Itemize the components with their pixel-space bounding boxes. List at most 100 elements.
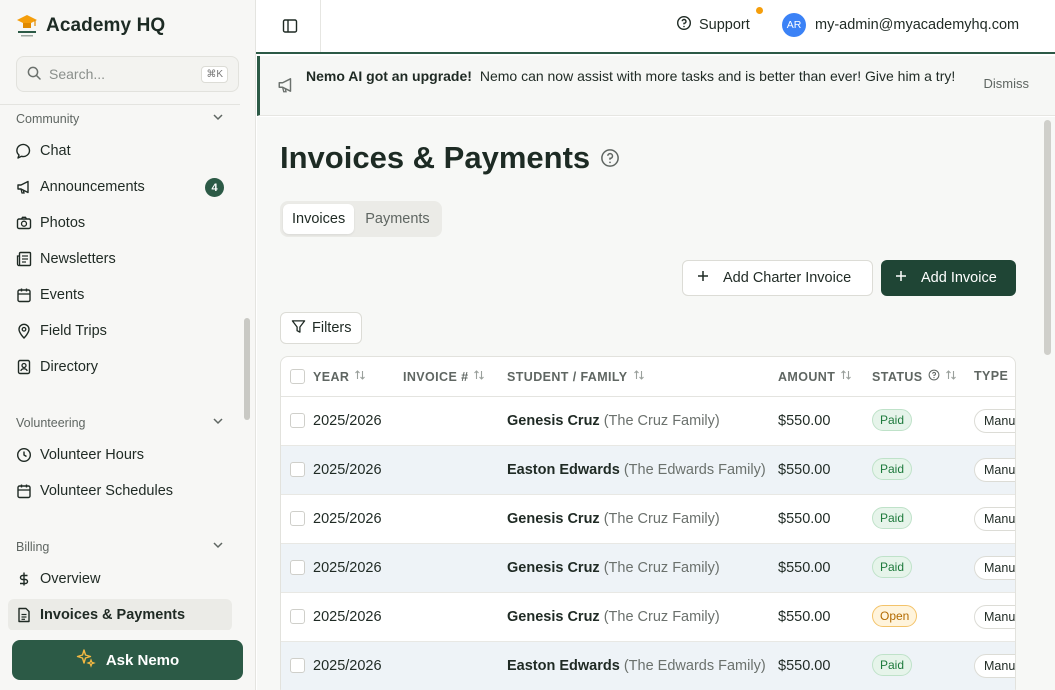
status-badge: Paid [872,556,913,578]
tab-invoices[interactable]: Invoices [283,204,355,234]
button-label: Add Invoice [921,270,997,286]
column-amount[interactable]: AMOUNT [778,369,852,384]
brand[interactable]: Academy HQ [16,12,165,40]
table-row[interactable]: 2025/2026 Genesis Cruz (The Cruz Family)… [281,544,1015,593]
column-invoice-number[interactable]: INVOICE # [403,369,485,384]
sort-icon [633,369,645,384]
add-charter-invoice-button[interactable]: Add Charter Invoice [682,260,873,296]
table-row[interactable]: 2025/2026 Easton Edwards (The Edwards Fa… [281,642,1015,690]
student-family-cell[interactable]: Genesis Cruz (The Cruz Family) [507,511,720,527]
chat-icon [16,143,32,159]
table-row[interactable]: 2025/2026 Genesis Cruz (The Cruz Family)… [281,593,1015,642]
sidebar-item-field-trips[interactable]: Field Trips [8,315,232,347]
amount-cell: $550.00 [778,609,831,625]
ask-nemo-button[interactable]: Ask Nemo [12,640,243,680]
status-badge: Paid [872,458,913,480]
amount-cell: $550.00 [778,413,831,429]
sidebar-item-directory[interactable]: Directory [8,351,232,383]
section-label: Volunteering [16,415,86,430]
notification-dot [756,7,763,14]
student-family-cell[interactable]: Genesis Cruz (The Cruz Family) [507,560,720,576]
tabs: Invoices Payments [280,201,442,237]
page-title-text: Invoices & Payments [280,140,591,175]
sidebar-item-announcements[interactable]: Announcements 4 [8,171,232,203]
row-checkbox[interactable] [290,413,305,428]
sidebar-item-overview[interactable]: Overview [8,563,232,595]
row-checkbox[interactable] [290,658,305,673]
sidebar-item-events[interactable]: Events [8,279,232,311]
calendar-icon [16,287,32,303]
add-invoice-button[interactable]: Add Invoice [881,260,1016,296]
document-icon [16,607,32,623]
academy-logo-icon [16,13,38,39]
section-label: Billing [16,539,50,554]
year-cell: 2025/2026 [313,560,382,576]
student-name: Genesis Cruz [507,511,600,527]
newspaper-icon [16,251,32,267]
tab-payments[interactable]: Payments [356,204,438,234]
amount-cell: $550.00 [778,658,831,674]
help-circle-icon [676,15,692,35]
row-checkbox[interactable] [290,609,305,624]
column-status[interactable]: STATUS [872,369,957,384]
user-menu[interactable]: AR my-admin@myacademyhq.com [782,13,1019,37]
megaphone-icon [16,179,32,195]
select-all-checkbox[interactable] [290,369,305,384]
sidebar-item-volunteer-schedules[interactable]: Volunteer Schedules [8,475,232,507]
section-community[interactable]: Community [16,111,224,126]
sort-icon [945,369,957,384]
sidebar-item-label: Announcements [40,179,145,195]
student-name: Genesis Cruz [507,413,600,429]
main-scrollbar[interactable] [1044,120,1051,355]
table-row[interactable]: 2025/2026 Easton Edwards (The Edwards Fa… [281,446,1015,495]
help-circle-icon [928,369,940,384]
contact-book-icon [16,359,32,375]
table-row[interactable]: 2025/2026 Genesis Cruz (The Cruz Family)… [281,397,1015,446]
search-input[interactable]: Search... ⌘K [16,56,239,92]
filters-button[interactable]: Filters [280,312,363,344]
column-label: INVOICE # [403,369,469,384]
section-billing[interactable]: Billing [16,539,224,554]
status-badge: Paid [872,654,913,676]
student-family-cell[interactable]: Genesis Cruz (The Cruz Family) [507,609,720,625]
student-family-cell[interactable]: Genesis Cruz (The Cruz Family) [507,413,720,429]
status-badge: Paid [872,507,913,529]
status-badge: Open [872,605,918,627]
sidebar-item-volunteer-hours[interactable]: Volunteer Hours [8,439,232,471]
row-checkbox[interactable] [290,560,305,575]
student-family-cell[interactable]: Easton Edwards (The Edwards Family) [507,462,766,478]
sidebar-toggle-button[interactable] [278,15,302,39]
row-checkbox[interactable] [290,462,305,477]
dollar-icon [16,571,32,587]
section-volunteering[interactable]: Volunteering [16,415,224,430]
student-family-cell[interactable]: Easton Edwards (The Edwards Family) [507,658,766,674]
type-badge: Manual [974,409,1015,433]
row-checkbox[interactable] [290,511,305,526]
table-row[interactable]: 2025/2026 Genesis Cruz (The Cruz Family)… [281,495,1015,544]
year-cell: 2025/2026 [313,658,382,674]
sidebar-item-label: Volunteer Schedules [40,483,174,499]
year-cell: 2025/2026 [313,511,382,527]
column-year[interactable]: YEAR [313,369,366,384]
brand-title: Academy HQ [46,15,166,36]
chevron-down-icon [212,539,224,554]
chevron-down-icon [212,111,224,126]
help-circle-icon[interactable] [600,140,620,176]
student-name: Easton Edwards [507,462,620,478]
student-name: Easton Edwards [507,658,620,674]
sidebar-item-photos[interactable]: Photos [8,207,232,239]
sidebar-item-chat[interactable]: Chat [8,135,232,167]
sort-icon [354,369,366,384]
button-label: Add Charter Invoice [723,270,852,286]
sidebar-item-newsletters[interactable]: Newsletters [8,243,232,275]
sidebar-item-label: Newsletters [40,251,116,267]
divider [320,0,321,52]
support-button[interactable]: Support [676,15,750,35]
column-student-family[interactable]: STUDENT / FAMILY [507,369,645,384]
banner-title: Nemo AI got an upgrade! [306,68,472,84]
sidebar-item-invoices-payments[interactable]: Invoices & Payments [8,599,232,630]
dismiss-button[interactable]: Dismiss [984,76,1030,91]
announcement-banner: Nemo AI got an upgrade! Nemo can now ass… [257,56,1055,116]
column-type[interactable]: TYPE [974,369,1008,383]
sidebar-scrollbar[interactable] [244,318,250,420]
